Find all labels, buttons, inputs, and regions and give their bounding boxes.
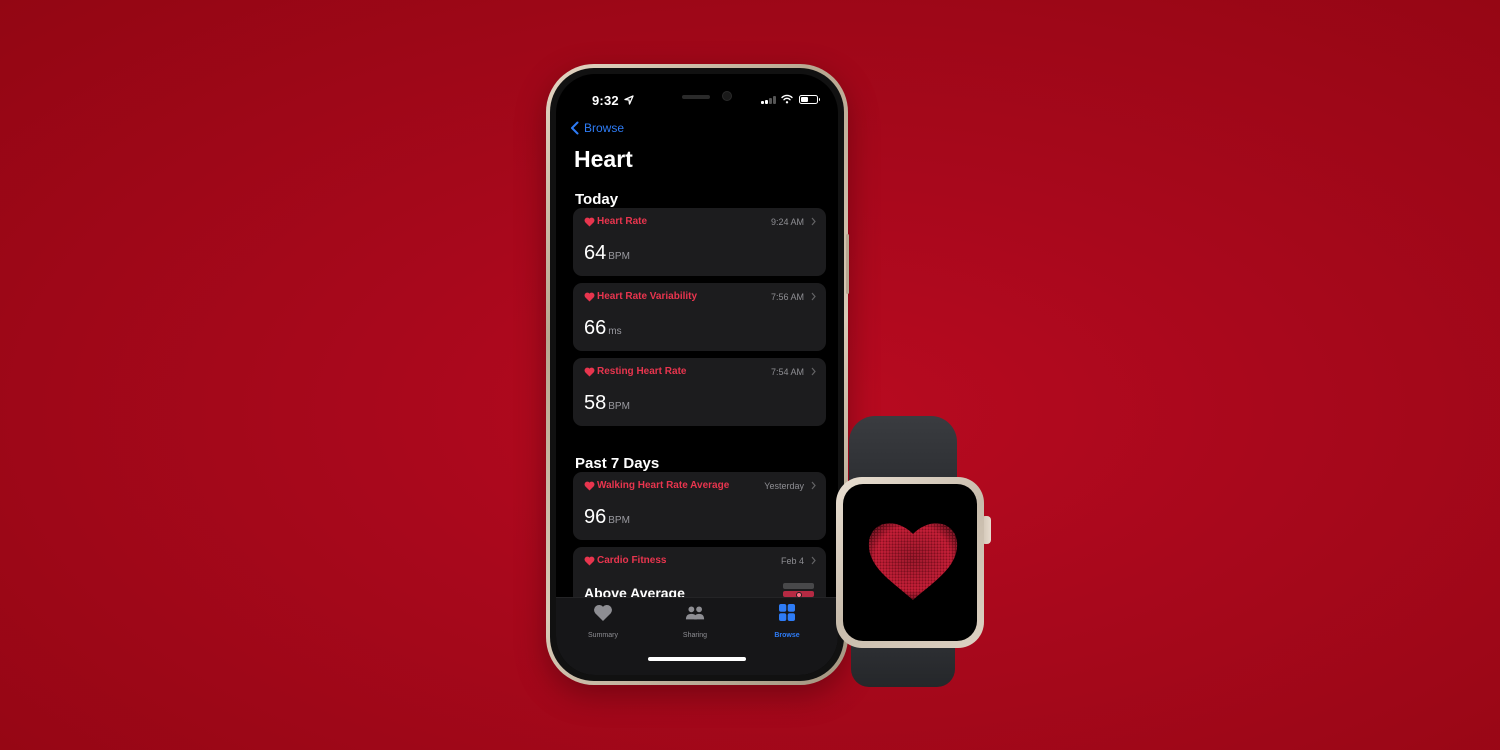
heart-icon <box>584 217 595 226</box>
chevron-left-icon <box>571 121 579 135</box>
front-camera <box>722 91 732 101</box>
chevron-right-icon <box>811 217 816 226</box>
scale-level <box>783 583 814 589</box>
heart-icon <box>594 604 612 621</box>
card-unit: BPM <box>608 251 630 262</box>
card-title: Heart Rate <box>597 216 648 227</box>
heart-icon <box>584 556 595 565</box>
watch-screen <box>843 484 977 641</box>
watch-case <box>836 477 984 648</box>
card-value: 96 <box>584 506 607 528</box>
status-bar: 9:32 <box>556 91 838 112</box>
people-icon <box>685 606 705 620</box>
card-unit: ms <box>608 326 622 337</box>
particle-heart-icon <box>868 523 958 600</box>
tab-sharing[interactable]: Sharing <box>660 604 730 642</box>
phone-bezel: 9:32 Browse Heart Today Heart Rate 9:24 … <box>550 68 844 681</box>
apple-watch-device <box>832 414 992 689</box>
chevron-right-icon <box>811 292 816 301</box>
card-title: Heart Rate Variability <box>597 291 698 302</box>
card-value: 64 <box>584 242 607 264</box>
chevron-right-icon <box>811 367 816 376</box>
tab-label: Sharing <box>682 632 708 639</box>
chevron-right-icon <box>811 481 816 490</box>
heart-icon <box>584 481 595 490</box>
card-timestamp: 7:54 AM <box>770 366 804 377</box>
walking-heart-rate-average-card[interactable]: Walking Heart Rate Average Yesterday 96 B… <box>573 472 826 540</box>
back-button[interactable]: Browse <box>570 121 624 135</box>
section-title-today: Today <box>575 191 619 208</box>
tab-bar: Summary Sharing Browse <box>556 597 838 675</box>
heart-rate-card[interactable]: Heart Rate 9:24 AM 64 BPM <box>573 208 826 276</box>
resting-heart-rate-card[interactable]: Resting Heart Rate 7:54 AM 58 BPM <box>573 358 826 426</box>
grid-icon <box>779 604 795 621</box>
card-title: Walking Heart Rate Average <box>597 480 730 491</box>
card-timestamp: Feb 4 <box>780 555 804 566</box>
card-title: Cardio Fitness <box>597 555 667 566</box>
location-arrow-icon <box>624 95 634 105</box>
health-app-screen: 9:32 Browse Heart Today Heart Rate 9:24 … <box>556 74 838 675</box>
tab-label: Summary <box>588 632 618 639</box>
card-unit: BPM <box>608 401 630 412</box>
card-title: Resting Heart Rate <box>597 366 687 377</box>
card-value: 66 <box>584 317 607 339</box>
battery-icon <box>799 95 820 104</box>
card-timestamp: Yesterday <box>764 480 804 491</box>
heart-icon <box>584 292 595 301</box>
card-timestamp: 7:56 AM <box>770 291 804 302</box>
iphone-device: 9:32 Browse Heart Today Heart Rate 9:24 … <box>546 64 849 685</box>
page-title: Heart <box>574 146 633 172</box>
heart-rate-variability-card[interactable]: Heart Rate Variability 7:56 AM 66 ms <box>573 283 826 351</box>
card-timestamp: 9:24 AM <box>770 216 804 227</box>
section-title-past-7-days: Past 7 Days <box>575 455 660 472</box>
chevron-right-icon <box>811 556 816 565</box>
tab-label: Browse <box>774 632 800 639</box>
wifi-icon <box>781 94 793 104</box>
status-time: 9:32 <box>592 93 619 108</box>
cellular-signal-icon <box>761 96 776 104</box>
back-label: Browse <box>584 121 625 135</box>
tab-summary[interactable]: Summary <box>568 604 638 642</box>
earpiece-speaker <box>682 95 710 99</box>
card-unit: BPM <box>608 515 630 526</box>
tab-browse[interactable]: Browse <box>752 604 822 642</box>
card-value: 58 <box>584 392 607 414</box>
home-indicator[interactable] <box>648 657 746 661</box>
side-button <box>846 234 849 294</box>
heart-icon <box>584 367 595 376</box>
